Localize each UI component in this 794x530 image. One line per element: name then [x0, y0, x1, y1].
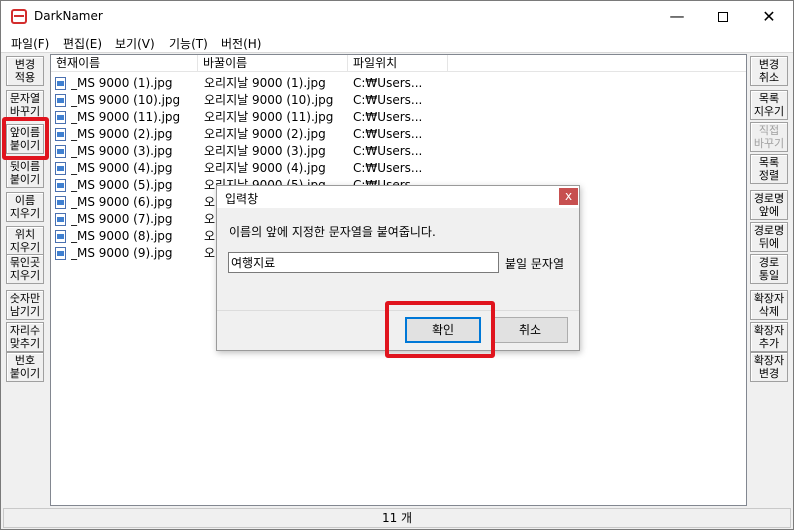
menu-bar: 파일(F) 편집(E) 보기(V) 기능(T) 버전(H): [1, 32, 793, 53]
menu-edit[interactable]: 편집(E): [63, 35, 102, 52]
cell-location: C:₩Users...: [353, 110, 423, 124]
dialog-title-bar[interactable]: 입력창 x: [217, 186, 579, 208]
dialog-message: 이름의 앞에 지정한 문자열을 붙여줍니다.: [229, 225, 436, 239]
close-button[interactable]: ✕: [746, 1, 792, 32]
image-file-icon: [55, 162, 66, 175]
cell-current-name: _MS 9000 (11).jpg: [71, 110, 181, 124]
minimize-button[interactable]: —: [654, 1, 700, 32]
pad-digits-button[interactable]: 자리수 맞추기: [6, 322, 44, 352]
cell-new-name: 오리지날 9000 (1).jpg: [204, 76, 326, 90]
path-suffix-button[interactable]: 경로명 뒤에: [750, 222, 788, 252]
cell-location: C:₩Users...: [353, 144, 423, 158]
dialog-close-button[interactable]: x: [559, 188, 578, 205]
app-window: DarkNamer — ✕ 파일(F) 편집(E) 보기(V) 기능(T) 버전…: [0, 0, 794, 530]
highlight-prepend-button: [2, 117, 49, 160]
cell-new-name: 오리지날 9000 (10).jpg: [204, 93, 334, 107]
unify-path-button[interactable]: 경로 통일: [750, 254, 788, 284]
cell-new-name: 오: [204, 212, 216, 226]
cell-current-name: _MS 9000 (4).jpg: [71, 161, 173, 175]
window-title: DarkNamer: [34, 9, 103, 23]
app-icon: [11, 9, 27, 24]
cell-current-name: _MS 9000 (9).jpg: [71, 246, 173, 260]
add-extension-button[interactable]: 확장자 추가: [750, 322, 788, 352]
table-row[interactable]: _MS 9000 (4).jpg 오리지날 9000 (4).jpg C:₩User…: [51, 160, 746, 177]
image-file-icon: [55, 77, 66, 90]
delete-extension-button[interactable]: 확장자 삭제: [750, 290, 788, 320]
direct-rename-button[interactable]: 직접 바꾸기: [750, 122, 788, 152]
menu-tools[interactable]: 기능(T): [169, 35, 208, 52]
cell-new-name: 오리지날 9000 (2).jpg: [204, 127, 326, 141]
cell-current-name: _MS 9000 (1).jpg: [71, 76, 173, 90]
erase-position-button[interactable]: 위치 지우기: [6, 226, 44, 256]
erase-enclosed-button[interactable]: 묶인곳 지우기: [6, 254, 44, 284]
add-number-button[interactable]: 번호 붙이기: [6, 352, 44, 382]
cell-current-name: _MS 9000 (8).jpg: [71, 229, 173, 243]
cell-new-name: 오리지날 9000 (11).jpg: [204, 110, 334, 124]
column-new-name[interactable]: 바꿀이름: [198, 55, 348, 72]
table-row[interactable]: _MS 9000 (3).jpg 오리지날 9000 (3).jpg C:₩User…: [51, 143, 746, 160]
erase-name-button[interactable]: 이름 지우기: [6, 192, 44, 222]
prefix-text-input[interactable]: [228, 252, 499, 273]
cell-current-name: _MS 9000 (7).jpg: [71, 212, 173, 226]
prefix-input-label: 붙일 문자열: [505, 257, 565, 271]
list-header: 현재이름 바꿀이름 파일위치: [51, 55, 746, 72]
cell-location: C:₩Users...: [353, 93, 423, 107]
maximize-button[interactable]: [700, 1, 746, 32]
status-bar: 11 개: [3, 508, 791, 528]
cell-current-name: _MS 9000 (6).jpg: [71, 195, 173, 209]
table-row[interactable]: _MS 9000 (11).jpg 오리지날 9000 (11).jpg C:₩Us…: [51, 109, 746, 126]
image-file-icon: [55, 213, 66, 226]
column-current-name[interactable]: 현재이름: [51, 55, 198, 72]
cell-current-name: _MS 9000 (5).jpg: [71, 178, 173, 192]
file-count: 11 개: [381, 511, 413, 525]
dialog-title: 입력창: [225, 192, 259, 206]
image-file-icon: [55, 230, 66, 243]
cell-new-name: 오리지날 9000 (4).jpg: [204, 161, 326, 175]
cancel-button[interactable]: 취소: [492, 317, 568, 343]
column-location[interactable]: 파일위치: [348, 55, 448, 72]
image-file-icon: [55, 196, 66, 209]
menu-view[interactable]: 보기(V): [115, 35, 155, 52]
cell-new-name: 오: [204, 195, 216, 209]
cell-location: C:₩Users...: [353, 161, 423, 175]
table-row[interactable]: _MS 9000 (10).jpg 오리지날 9000 (10).jpg C:₩Us…: [51, 92, 746, 109]
title-bar[interactable]: DarkNamer — ✕: [1, 1, 793, 32]
image-file-icon: [55, 145, 66, 158]
sort-list-button[interactable]: 목록 정렬: [750, 154, 788, 184]
path-prefix-button[interactable]: 경로명 앞에: [750, 190, 788, 220]
cell-new-name: 오리지날 9000 (3).jpg: [204, 144, 326, 158]
cell-new-name: 오: [204, 229, 216, 243]
cell-location: C:₩Users...: [353, 127, 423, 141]
image-file-icon: [55, 128, 66, 141]
cancel-changes-button[interactable]: 변경 취소: [750, 56, 788, 86]
image-file-icon: [55, 111, 66, 124]
image-file-icon: [55, 247, 66, 260]
image-file-icon: [55, 179, 66, 192]
append-name-button[interactable]: 뒷이름 붙이기: [6, 158, 44, 188]
maximize-icon: [718, 11, 728, 22]
menu-version[interactable]: 버전(H): [221, 35, 261, 52]
table-row[interactable]: _MS 9000 (1).jpg 오리지날 9000 (1).jpg C:₩User…: [51, 75, 746, 92]
cell-current-name: _MS 9000 (10).jpg: [71, 93, 181, 107]
table-row[interactable]: _MS 9000 (2).jpg 오리지날 9000 (2).jpg C:₩User…: [51, 126, 746, 143]
replace-string-button[interactable]: 문자열 바꾸기: [6, 90, 44, 120]
clear-list-button[interactable]: 목록 지우기: [750, 90, 788, 120]
cell-new-name: 오: [204, 246, 216, 260]
change-extension-button[interactable]: 확장자 변경: [750, 352, 788, 382]
keep-numbers-button[interactable]: 숫자만 남기기: [6, 290, 44, 320]
cell-location: C:₩Users...: [353, 76, 423, 90]
image-file-icon: [55, 94, 66, 107]
menu-file[interactable]: 파일(F): [11, 35, 49, 52]
highlight-ok-button: [385, 301, 495, 358]
apply-changes-button[interactable]: 변경 적용: [6, 56, 44, 86]
cell-current-name: _MS 9000 (2).jpg: [71, 127, 173, 141]
cell-current-name: _MS 9000 (3).jpg: [71, 144, 173, 158]
